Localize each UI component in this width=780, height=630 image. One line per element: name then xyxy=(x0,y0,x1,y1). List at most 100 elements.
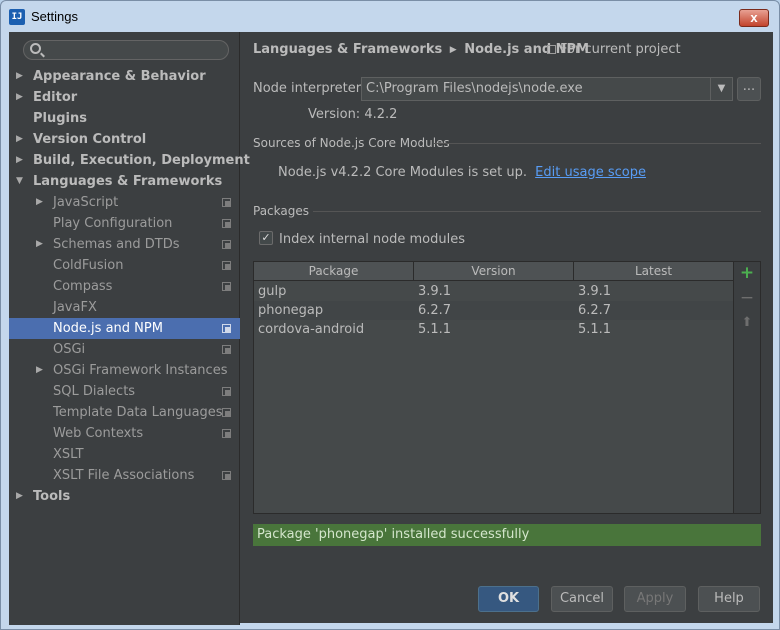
expanded-arrow-icon[interactable]: ▼ xyxy=(16,171,26,192)
close-button[interactable]: x xyxy=(739,9,769,27)
column-header-package[interactable]: Package xyxy=(254,262,414,281)
node-interpreter-combo[interactable]: C:\Program Files\nodejs\node.exe ▼ xyxy=(361,77,733,101)
sidebar-item[interactable]: Compass xyxy=(9,276,240,297)
breadcrumb: Languages & Frameworks ▶ Node.js and NPM xyxy=(253,42,589,57)
column-header-version[interactable]: Version xyxy=(414,262,574,281)
sidebar-item[interactable]: ▶ Editor xyxy=(9,87,240,108)
collapsed-arrow-icon[interactable]: ▶ xyxy=(16,150,26,171)
packages-section-title: Packages xyxy=(253,204,309,218)
sidebar-item[interactable]: ColdFusion xyxy=(9,255,240,276)
sidebar-item[interactable]: Node.js and NPM xyxy=(9,318,240,339)
sidebar-item-label: Languages & Frameworks xyxy=(33,174,223,189)
sidebar-item-label: Build, Execution, Deployment xyxy=(33,153,250,168)
settings-content: Languages & Frameworks ▶ Node.js and NPM… xyxy=(241,32,773,577)
project-scope-icon xyxy=(222,471,231,480)
sidebar-item[interactable]: Plugins xyxy=(9,108,240,129)
sidebar-item-label: OSGi Framework Instances xyxy=(53,363,228,378)
project-scope-icon xyxy=(222,261,231,270)
dialog-footer: OK Cancel Apply Help xyxy=(241,577,773,625)
breadcrumb-separator-icon: ▶ xyxy=(449,45,457,55)
sidebar-item-label: OSGi xyxy=(53,342,86,357)
project-scope-icon xyxy=(222,282,231,291)
column-header-latest[interactable]: Latest xyxy=(574,262,733,281)
collapsed-arrow-icon[interactable]: ▶ xyxy=(36,234,46,255)
sidebar-item-label: XSLT File Associations xyxy=(53,468,195,483)
sidebar-item-label: Template Data Languages xyxy=(53,405,223,420)
sidebar-item[interactable]: JavaFX xyxy=(9,297,240,318)
sidebar-item-label: Schemas and DTDs xyxy=(53,237,180,252)
cancel-button[interactable]: Cancel xyxy=(551,586,613,612)
sidebar-item[interactable]: ▼ Languages & Frameworks xyxy=(9,171,240,192)
sidebar-item[interactable]: SQL Dialects xyxy=(9,381,240,402)
search-input[interactable] xyxy=(23,40,229,60)
table-row[interactable]: cordova-android 5.1.1 5.1.1 xyxy=(254,320,733,339)
collapsed-arrow-icon[interactable]: ▶ xyxy=(16,66,26,87)
status-message: Package 'phonegap' installed successfull… xyxy=(253,524,761,546)
node-version: Version: 4.2.2 xyxy=(308,107,398,122)
browse-interpreter-button[interactable]: ... xyxy=(737,77,761,101)
breadcrumb-parent: Languages & Frameworks xyxy=(253,42,443,57)
remove-package-icon[interactable]: − xyxy=(738,289,756,307)
project-scope-icon xyxy=(222,198,231,207)
sidebar-item[interactable]: ▶ Tools xyxy=(9,486,240,507)
sidebar-item[interactable]: OSGi xyxy=(9,339,240,360)
project-scope-icon xyxy=(222,324,231,333)
sidebar-item-label: JavaFX xyxy=(53,300,97,315)
table-toolbar: + − ⬆ xyxy=(734,261,761,514)
sidebar-item[interactable]: Template Data Languages xyxy=(9,402,240,423)
add-package-icon[interactable]: + xyxy=(738,264,756,282)
sidebar-item[interactable]: ▶ Version Control xyxy=(9,129,240,150)
collapsed-arrow-icon[interactable]: ▶ xyxy=(36,192,46,213)
dialog-body: ▶ Appearance & Behavior ▶ Editor Plugins ▶ Ver… xyxy=(9,32,773,625)
sidebar-item-label: JavaScript xyxy=(53,195,119,210)
collapsed-arrow-icon[interactable]: ▶ xyxy=(16,129,26,150)
upgrade-package-icon[interactable]: ⬆ xyxy=(738,314,756,332)
help-button[interactable]: Help xyxy=(698,586,760,612)
index-modules-label: Index internal node modules xyxy=(279,232,465,247)
collapsed-arrow-icon[interactable]: ▶ xyxy=(36,360,46,381)
window-title: Settings xyxy=(31,9,78,24)
sidebar-item[interactable]: Play Configuration xyxy=(9,213,240,234)
sidebar-item-label: SQL Dialects xyxy=(53,384,136,399)
settings-tree: ▶ Appearance & Behavior ▶ Editor Plugins ▶ Ver… xyxy=(9,66,250,507)
project-scope-icon xyxy=(222,219,231,228)
collapsed-arrow-icon[interactable]: ▶ xyxy=(16,87,26,108)
ok-button[interactable]: OK xyxy=(478,586,539,612)
edit-usage-scope-link[interactable]: Edit usage scope xyxy=(535,165,646,180)
sidebar-item[interactable]: ▶ OSGi Framework Instances xyxy=(9,360,240,381)
apply-button[interactable]: Apply xyxy=(624,586,686,612)
sidebar-item[interactable]: ▶ Build, Execution, Deployment xyxy=(9,150,250,171)
intellij-icon: IJ xyxy=(9,9,25,25)
scope-label: For current project xyxy=(560,42,681,57)
version-cell: 5.1.1 xyxy=(418,322,452,337)
table-row[interactable]: phonegap 6.2.7 6.2.7 xyxy=(254,301,733,320)
package-name-cell: phonegap xyxy=(258,303,324,318)
packages-table: Package Version Latest gulp 3.9.1 3.9.1 pho… xyxy=(253,261,734,514)
version-cell: 6.2.7 xyxy=(418,303,452,318)
sidebar-item[interactable]: ▶ Schemas and DTDs xyxy=(9,234,240,255)
settings-window: IJ Settings x ▶ Appearance & Behavior ▶ Edi… xyxy=(0,0,780,630)
collapsed-arrow-icon[interactable]: ▶ xyxy=(16,486,26,507)
sidebar-item-label: Node.js and NPM xyxy=(53,321,163,336)
scope-indicator: For current project xyxy=(547,42,681,57)
node-interpreter-value: C:\Program Files\nodejs\node.exe xyxy=(366,81,583,96)
settings-sidebar: ▶ Appearance & Behavior ▶ Editor Plugins ▶ Ver… xyxy=(9,32,250,625)
latest-cell: 3.9.1 xyxy=(578,284,612,299)
sidebar-item-label: Play Configuration xyxy=(53,216,173,231)
project-scope-icon xyxy=(222,408,231,417)
project-scope-icon xyxy=(222,387,231,396)
search-icon xyxy=(30,43,41,54)
table-header: Package Version Latest xyxy=(254,262,733,281)
sidebar-item[interactable]: ▶ Appearance & Behavior xyxy=(9,66,240,87)
sidebar-item[interactable]: ▶ JavaScript xyxy=(9,192,240,213)
chevron-down-icon[interactable]: ▼ xyxy=(710,78,732,100)
index-modules-checkbox[interactable]: ✓ xyxy=(259,231,273,245)
table-row[interactable]: gulp 3.9.1 3.9.1 xyxy=(254,282,733,301)
sidebar-item-label: Version Control xyxy=(33,132,147,147)
sidebar-item[interactable]: Web Contexts xyxy=(9,423,240,444)
sidebar-item-label: Compass xyxy=(53,279,113,294)
section-divider xyxy=(434,143,761,144)
sidebar-item-label: Editor xyxy=(33,90,78,105)
sidebar-item[interactable]: XSLT xyxy=(9,444,240,465)
sidebar-item[interactable]: XSLT File Associations xyxy=(9,465,240,486)
